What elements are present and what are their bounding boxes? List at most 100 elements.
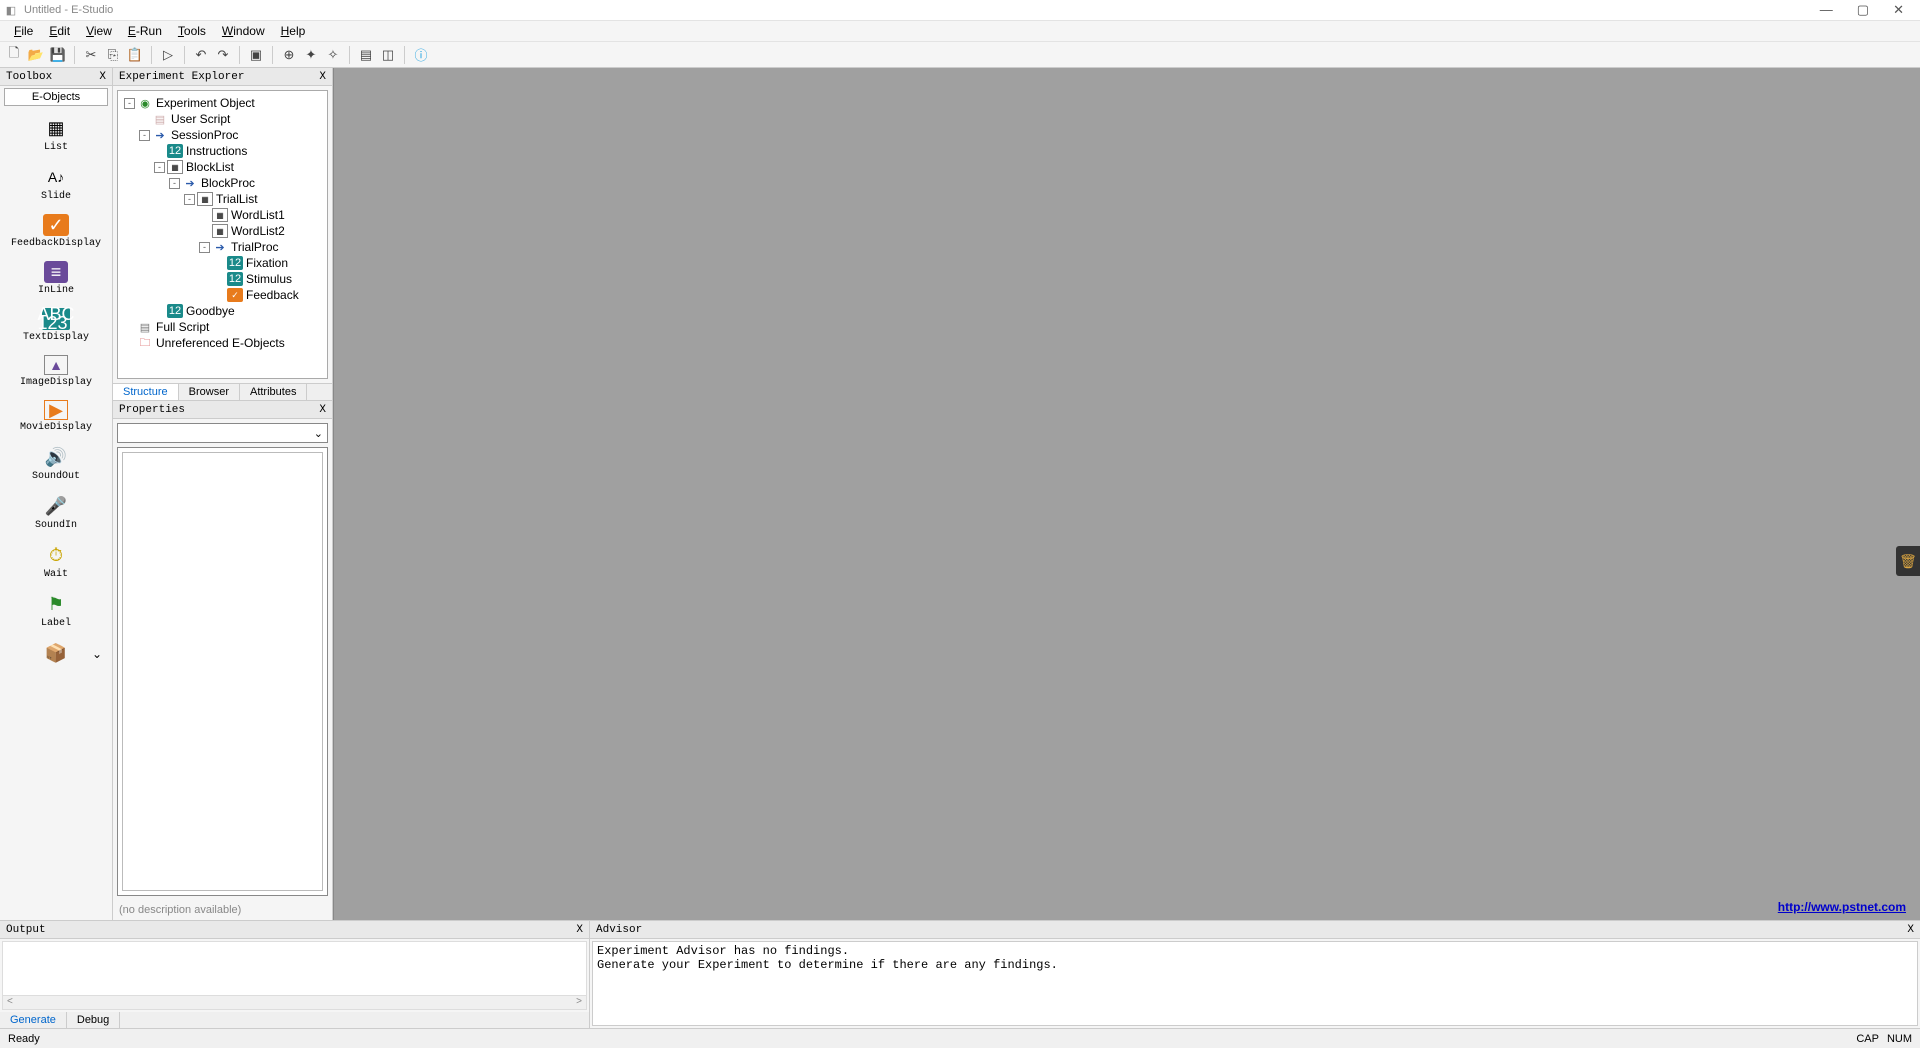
output-scrollbar[interactable]: <> bbox=[3, 995, 586, 1009]
minimize-button[interactable]: — bbox=[1820, 2, 1833, 18]
toolbox-header: Toolbox X bbox=[0, 68, 112, 86]
tree-node-label: Full Script bbox=[156, 320, 209, 334]
output-panel: Output X <> Generate Debug bbox=[0, 921, 590, 1028]
close-button[interactable]: ✕ bbox=[1893, 2, 1904, 18]
menu-file[interactable]: File bbox=[6, 22, 41, 40]
layout2-icon[interactable]: ◫ bbox=[378, 45, 398, 65]
advisor-body[interactable]: Experiment Advisor has no findings. Gene… bbox=[592, 941, 1918, 1026]
toolbox-item-label[interactable]: ⚑Label bbox=[0, 588, 112, 637]
center-column: Experiment Explorer X -◉Experiment Objec… bbox=[113, 68, 333, 920]
expand-icon[interactable]: - bbox=[199, 242, 210, 253]
close-icon[interactable]: X bbox=[319, 71, 326, 83]
tree-node[interactable]: 🗀Unreferenced E-Objects bbox=[120, 335, 325, 351]
toolbox-panel: Toolbox X E-Objects ▦List A♪Slide ✓Feedb… bbox=[0, 68, 113, 920]
explorer-tree[interactable]: -◉Experiment Object▤User Script-➔Session… bbox=[117, 90, 328, 379]
layout1-icon[interactable]: ▤ bbox=[356, 45, 376, 65]
wand2-icon[interactable]: ✧ bbox=[323, 45, 343, 65]
toolbox-item-package[interactable]: 📦⌄ bbox=[0, 637, 112, 671]
close-icon[interactable]: X bbox=[319, 404, 326, 416]
properties-grid[interactable] bbox=[122, 452, 323, 891]
tree-node-label: Experiment Object bbox=[156, 96, 255, 110]
tree-node[interactable]: -➔BlockProc bbox=[120, 175, 325, 191]
soundin-icon: 🎤 bbox=[42, 494, 70, 518]
tree-node[interactable]: 12Fixation bbox=[120, 255, 325, 271]
tree-node-label: TrialList bbox=[216, 192, 258, 206]
wand-icon[interactable]: ✦ bbox=[301, 45, 321, 65]
toolbox-item-list[interactable]: ▦List bbox=[0, 112, 112, 161]
tree-node-label: User Script bbox=[171, 112, 230, 126]
run-icon[interactable]: ▷ bbox=[158, 45, 178, 65]
paste-icon[interactable]: 📋 bbox=[125, 45, 145, 65]
tab-generate[interactable]: Generate bbox=[0, 1012, 67, 1028]
expand-icon[interactable]: - bbox=[184, 194, 195, 205]
pstnet-link[interactable]: http://www.pstnet.com bbox=[1778, 900, 1906, 914]
redo-icon[interactable]: ↷ bbox=[213, 45, 233, 65]
menu-tools[interactable]: Tools bbox=[170, 22, 214, 40]
close-icon[interactable]: X bbox=[99, 71, 106, 83]
tab-attributes[interactable]: Attributes bbox=[240, 384, 307, 400]
globe-icon[interactable]: ⊕ bbox=[279, 45, 299, 65]
expand-icon[interactable]: - bbox=[124, 98, 135, 109]
new-icon[interactable]: 🗋 bbox=[4, 45, 24, 65]
expand-icon[interactable]: - bbox=[169, 178, 180, 189]
trash-icon[interactable]: 🗑 bbox=[1896, 546, 1920, 576]
save-icon[interactable]: 💾 bbox=[48, 45, 68, 65]
toolbox-item-imagedisplay[interactable]: ▲ImageDisplay bbox=[0, 351, 112, 396]
generate-icon[interactable]: ▣ bbox=[246, 45, 266, 65]
close-icon[interactable]: X bbox=[576, 924, 583, 936]
tree-node[interactable]: -◉Experiment Object bbox=[120, 95, 325, 111]
toolbox-item-feedbackdisplay[interactable]: ✓FeedbackDisplay bbox=[0, 210, 112, 257]
tree-node[interactable]: ▤User Script bbox=[120, 111, 325, 127]
tree-node[interactable]: ▦WordList2 bbox=[120, 223, 325, 239]
separator bbox=[184, 46, 185, 64]
open-icon[interactable]: 📂 bbox=[26, 45, 46, 65]
tree-node[interactable]: 12Stimulus bbox=[120, 271, 325, 287]
toolbox-item-wait[interactable]: ⏱Wait bbox=[0, 539, 112, 588]
close-icon[interactable]: X bbox=[1907, 924, 1914, 936]
toolbox-item-inline[interactable]: ≡InLine bbox=[0, 257, 112, 304]
toolbox-tab-eobjects[interactable]: E-Objects bbox=[4, 88, 108, 106]
advisor-title: Advisor bbox=[596, 924, 1907, 936]
separator bbox=[349, 46, 350, 64]
menu-erun[interactable]: E-Run bbox=[120, 22, 170, 40]
tree-node[interactable]: -➔TrialProc bbox=[120, 239, 325, 255]
cut-icon[interactable]: ✂ bbox=[81, 45, 101, 65]
menu-view[interactable]: View bbox=[78, 22, 120, 40]
tree-node[interactable]: -➔SessionProc bbox=[120, 127, 325, 143]
expand-icon[interactable]: - bbox=[154, 162, 165, 173]
maximize-button[interactable]: ▢ bbox=[1857, 2, 1869, 18]
expand-icon[interactable]: - bbox=[139, 130, 150, 141]
tree-node[interactable]: 12Goodbye bbox=[120, 303, 325, 319]
tree-node[interactable]: -▦TrialList bbox=[120, 191, 325, 207]
tree-node[interactable]: ▤Full Script bbox=[120, 319, 325, 335]
separator bbox=[74, 46, 75, 64]
menu-edit[interactable]: Edit bbox=[41, 22, 78, 40]
tree-node-label: Fixation bbox=[246, 256, 288, 270]
explorer-header: Experiment Explorer X bbox=[113, 68, 332, 86]
toolbox-item-slide[interactable]: A♪Slide bbox=[0, 161, 112, 210]
menubar: File Edit View E-Run Tools Window Help bbox=[0, 20, 1920, 42]
output-body[interactable]: <> bbox=[2, 941, 587, 1010]
undo-icon[interactable]: ↶ bbox=[191, 45, 211, 65]
toolbox-item-soundout[interactable]: 🔊SoundOut bbox=[0, 441, 112, 490]
toolbox-item-soundin[interactable]: 🎤SoundIn bbox=[0, 490, 112, 539]
info-icon[interactable]: ⓘ bbox=[411, 45, 431, 65]
tree-node-label: WordList1 bbox=[231, 208, 285, 222]
tree-node[interactable]: ▦WordList1 bbox=[120, 207, 325, 223]
tab-debug[interactable]: Debug bbox=[67, 1012, 120, 1028]
tab-structure[interactable]: Structure bbox=[113, 384, 179, 400]
toolbox-item-textdisplay[interactable]: ABC123TextDisplay bbox=[0, 304, 112, 351]
tree-node[interactable]: ✓Feedback bbox=[120, 287, 325, 303]
titlebar: ◧ Untitled - E-Studio — ▢ ✕ bbox=[0, 0, 1920, 20]
toolbox-item-moviedisplay[interactable]: ▶MovieDisplay bbox=[0, 396, 112, 441]
tree-node-label: BlockList bbox=[186, 160, 234, 174]
menu-help[interactable]: Help bbox=[273, 22, 314, 40]
properties-selector[interactable]: ⌄ bbox=[117, 423, 328, 443]
menu-window[interactable]: Window bbox=[214, 22, 273, 40]
canvas-area[interactable]: 🗑 http://www.pstnet.com bbox=[333, 68, 1920, 920]
tree-node[interactable]: 12Instructions bbox=[120, 143, 325, 159]
copy-icon[interactable]: ⎘ bbox=[103, 45, 123, 65]
tree-node[interactable]: -▦BlockList bbox=[120, 159, 325, 175]
tab-browser[interactable]: Browser bbox=[179, 384, 240, 400]
tree-node-label: TrialProc bbox=[231, 240, 279, 254]
